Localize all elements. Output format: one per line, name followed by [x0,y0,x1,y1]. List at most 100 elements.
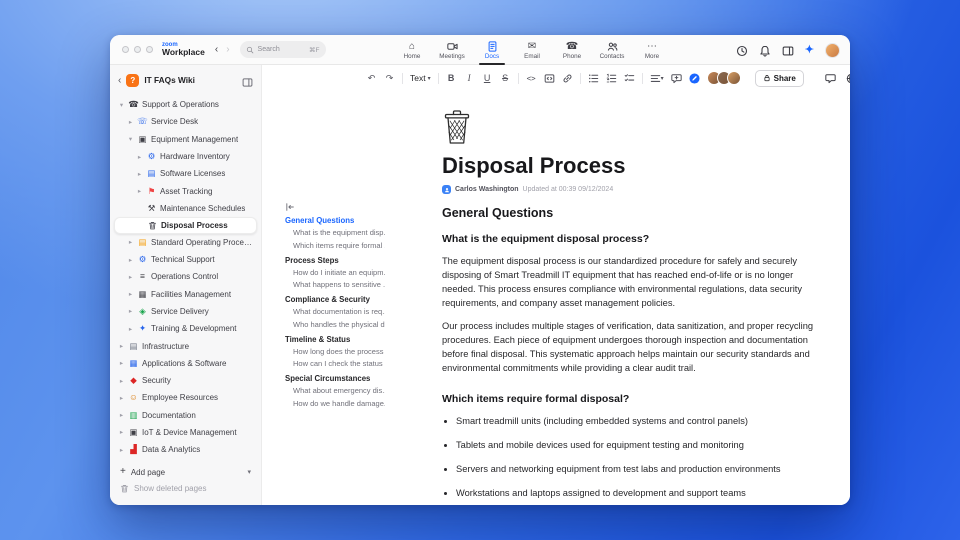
nav-item-meetings[interactable]: Meetings [432,35,472,65]
collaborator-avatar-3[interactable] [726,71,741,85]
outline-item[interactable]: Which items require formal ... [285,241,385,250]
collapse-sidebar-icon[interactable] [242,75,253,87]
redo-button[interactable]: ↷ [384,70,395,86]
outline-section[interactable]: Timeline & Status [285,335,385,344]
nav-item-docs[interactable]: Docs [472,35,512,65]
sidebar-item-standard-operating-procedures[interactable]: ▸ ▤ Standard Operating Procedures [110,234,261,251]
outline-item[interactable]: How do I initiate an equipm... [285,268,385,277]
checklist-button[interactable] [624,70,635,86]
outline-item[interactable]: Who handles the physical di... [285,320,385,329]
user-avatar[interactable] [825,42,840,58]
add-comment-button[interactable] [670,70,682,86]
show-deleted-pages-button[interactable]: Show deleted pages [110,480,261,496]
sidebar-item-asset-tracking[interactable]: ▸ ⚑ Asset Tracking [110,182,261,199]
chevron-right-icon[interactable]: ▸ [118,428,125,436]
outline-section[interactable]: Compliance & Security [285,295,385,304]
link-button[interactable] [562,70,573,86]
sidebar-item-service-delivery[interactable]: ▸ ◈ Service Delivery [110,303,261,320]
outline-item[interactable]: How do we handle damage... [285,399,385,408]
sidebar-item-facilities-management[interactable]: ▸ ▦ Facilities Management [110,285,261,302]
sidebar-item-hardware-inventory[interactable]: ▸ ⚙ Hardware Inventory [110,148,261,165]
outline-item[interactable]: What documentation is req... [285,307,385,316]
back-button[interactable]: ‹ [215,44,218,55]
chevron-right-icon[interactable]: ▸ [136,170,143,178]
chevron-right-icon[interactable]: ▸ [118,411,125,419]
add-page-button[interactable]: + Add page ▾ [110,464,261,480]
text-style-dropdown[interactable]: Text ▾ [410,70,431,86]
minimize-window-button[interactable] [134,46,141,53]
comments-panel-button[interactable] [825,73,836,84]
outline-item[interactable]: What about emergency dis... [285,386,385,395]
chevron-right-icon[interactable]: ▸ [118,359,125,367]
chevron-right-icon[interactable]: ▸ [118,342,125,350]
sidebar-item-equipment-management[interactable]: ▾ ▣ Equipment Management [110,131,261,148]
bold-button[interactable]: B [446,70,457,86]
layout-icon[interactable] [782,44,794,56]
sidebar-item-security[interactable]: ▸ ◆ Security [110,372,261,389]
chevron-down-icon[interactable]: ▾ [118,101,125,109]
chevron-right-icon[interactable]: ▸ [127,290,134,298]
chevron-right-icon[interactable]: ▸ [127,238,134,246]
outline-section[interactable]: Special Circumstances [285,374,385,383]
nav-item-phone[interactable]: ☎ Phone [552,35,592,65]
sidebar-item-support-operations[interactable]: ▾ ☎ Support & Operations [110,96,261,113]
sidebar-item-technical-support[interactable]: ▸ ⚙ Technical Support [110,251,261,268]
chevron-right-icon[interactable]: ▸ [118,446,125,454]
chevron-right-icon[interactable]: ▸ [118,394,125,402]
sidebar-item-data-analytics[interactable]: ▸ ▟ Data & Analytics [110,441,261,458]
chevron-right-icon[interactable]: ▸ [127,307,134,315]
share-button[interactable]: Share [754,69,804,87]
align-dropdown[interactable]: ▾ [650,70,664,86]
outline-item[interactable]: How can I check the status ... [285,359,385,368]
sidebar-item-iot-device-management[interactable]: ▸ ▣ IoT & Device Management [110,424,261,441]
chevron-down-icon[interactable]: ▾ [127,135,134,143]
chevron-right-icon[interactable]: ▸ [136,153,143,161]
underline-button[interactable]: U [482,70,493,86]
bell-icon[interactable] [759,44,771,57]
history-icon[interactable] [736,44,748,57]
outline-section[interactable]: General Questions [285,216,385,225]
add-page-caret-icon[interactable]: ▾ [247,468,251,476]
sidebar-item-maintenance-schedules[interactable]: ⚒ Maintenance Schedules [110,200,261,217]
chevron-right-icon[interactable]: ▸ [118,377,125,385]
ai-companion-edit-button[interactable] [689,70,700,86]
sidebar-item-employee-resources[interactable]: ▸ ☺ Employee Resources [110,389,261,406]
chevron-right-icon[interactable]: ▸ [127,118,134,126]
chevron-right-icon[interactable]: ▸ [127,273,134,281]
ai-companion-icon[interactable]: ✦ [805,44,814,56]
sidebar-back-icon[interactable]: ‹ [118,75,121,86]
nav-item-email[interactable]: ✉ Email [512,35,552,65]
nav-item-more[interactable]: ⋯ More [632,35,672,65]
inline-code-button[interactable]: <> [526,70,537,86]
outline-item[interactable]: How long does the process ... [285,347,385,356]
document-scroll-area[interactable]: General Questions What is the equipment d… [262,91,850,505]
sidebar-item-software-licenses[interactable]: ▸ ▤ Software Licenses [110,165,261,182]
strikethrough-button[interactable]: S [500,70,511,86]
search-input[interactable]: Search ⌘F [239,41,326,58]
outline-item[interactable]: What happens to sensitive ... [285,280,385,289]
sidebar-item-applications-software[interactable]: ▸ ▦ Applications & Software [110,355,261,372]
sidebar-item-documentation[interactable]: ▸ ▥ Documentation [110,407,261,424]
nav-item-home[interactable]: ⌂ Home [392,35,432,65]
sidebar-item-service-desk[interactable]: ▸ ☏ Service Desk [110,113,261,130]
zoom-window-button[interactable] [146,46,153,53]
outline-item[interactable]: What is the equipment disp... [285,228,385,237]
undo-button[interactable]: ↶ [366,70,377,86]
code-block-button[interactable] [544,70,555,86]
document-trash-icon[interactable] [442,109,472,145]
outline-section[interactable]: Process Steps [285,256,385,265]
publish-to-web-button[interactable] [846,73,850,84]
italic-button[interactable]: I [464,70,475,86]
chevron-right-icon[interactable]: ▸ [136,187,143,195]
sidebar-item-disposal-process[interactable]: Disposal Process [114,217,257,234]
chevron-right-icon[interactable]: ▸ [127,325,134,333]
sidebar-item-operations-control[interactable]: ▸ ≡ Operations Control [110,268,261,285]
numbered-list-button[interactable] [606,70,617,86]
sidebar-item-infrastructure[interactable]: ▸ ▤ Infrastructure [110,337,261,354]
sidebar-item-training-development[interactable]: ▸ ✦ Training & Development [110,320,261,337]
nav-item-contacts[interactable]: Contacts [592,35,632,65]
chevron-right-icon[interactable]: ▸ [127,256,134,264]
bulleted-list-button[interactable] [588,70,599,86]
forward-button[interactable]: › [226,44,229,55]
collapse-outline-icon[interactable] [285,199,295,211]
